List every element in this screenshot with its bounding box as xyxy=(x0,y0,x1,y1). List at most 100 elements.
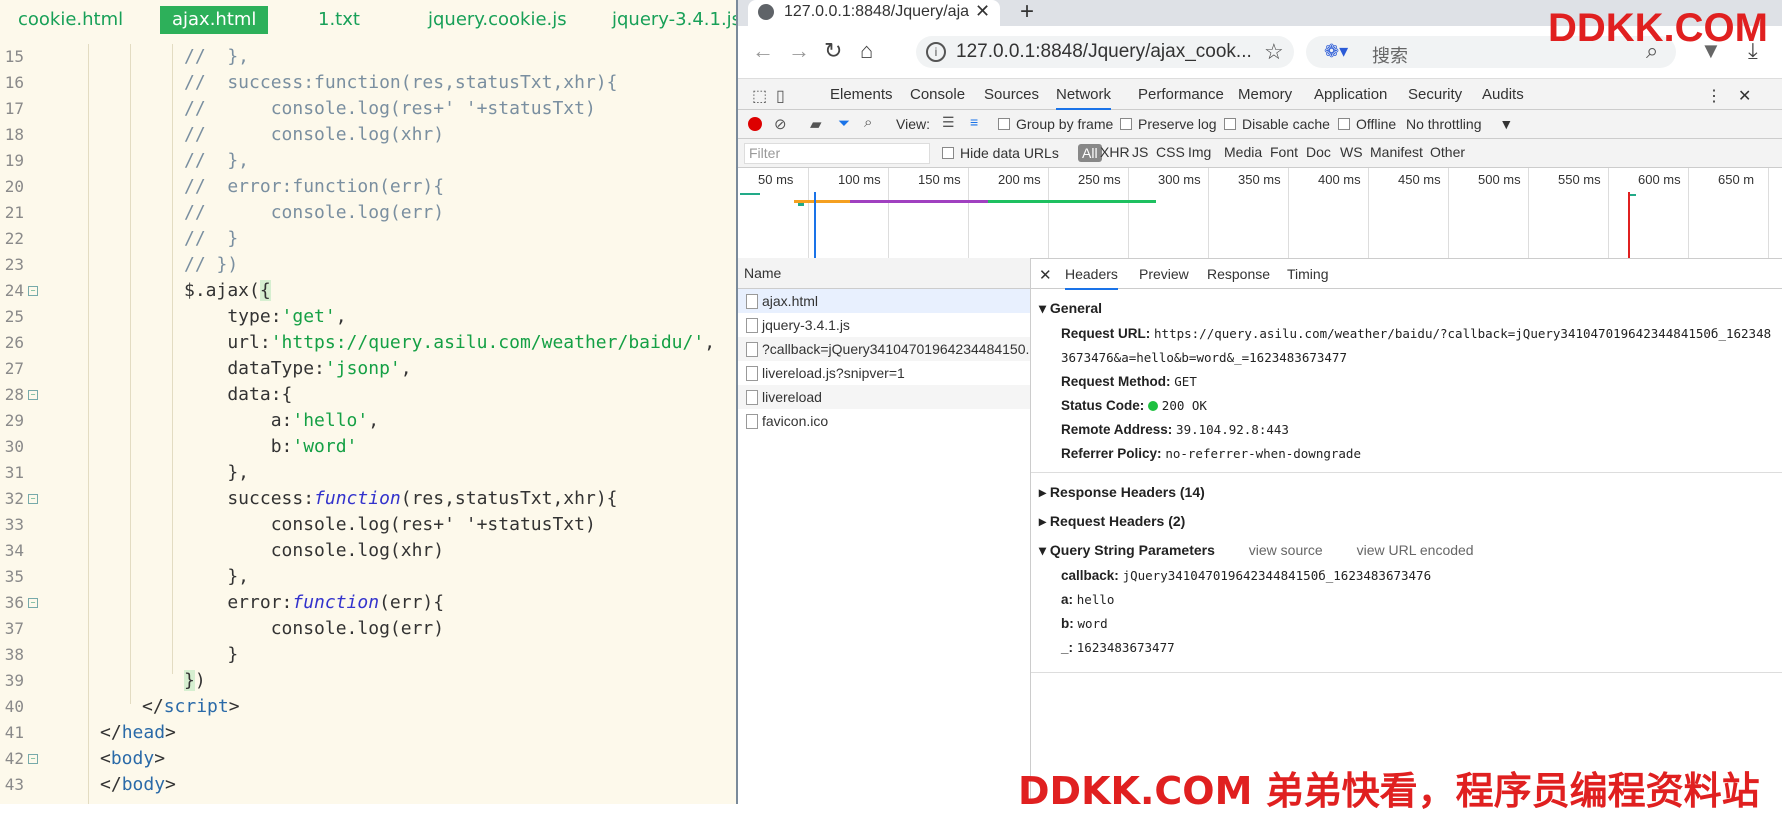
code-line[interactable]: 16 // success:function(res,statusTxt,xhr)… xyxy=(0,70,736,96)
code-line[interactable]: 30 b:'word' xyxy=(0,434,736,460)
editor-tab-cookie-html[interactable]: cookie.html xyxy=(6,6,135,34)
request-row[interactable]: livereload xyxy=(738,385,1030,409)
code-line[interactable]: 32− success:function(res,statusTxt,xhr){ xyxy=(0,486,736,512)
detail-tab-headers[interactable]: Headers xyxy=(1065,266,1118,290)
browser-tab[interactable]: 127.0.0.1:8848/Jquery/ajax_coo ✕ xyxy=(748,0,1000,26)
waterfall-icon[interactable]: ≡ xyxy=(970,114,978,130)
code-area[interactable]: 15 // }, 16 // success:function(res,statusT… xyxy=(0,44,736,798)
devtools-tab-memory[interactable]: Memory xyxy=(1238,86,1292,103)
code-line[interactable]: 22 // } xyxy=(0,226,736,252)
baidu-paw-icon[interactable]: ❁▾ xyxy=(1324,41,1348,62)
type-filter-all[interactable]: All xyxy=(1078,144,1102,162)
devtools-tab-application[interactable]: Application xyxy=(1314,86,1387,103)
code-line[interactable]: 39}) xyxy=(0,668,736,694)
type-filter-other[interactable]: Other xyxy=(1430,144,1465,160)
large-rows-icon[interactable]: ☰ xyxy=(942,114,955,131)
code-line[interactable]: 18 // console.log(xhr) xyxy=(0,122,736,148)
filter-icon[interactable]: ⏷ xyxy=(838,115,850,132)
detail-tab-response[interactable]: Response xyxy=(1207,266,1270,282)
device-toggle-icon[interactable]: ▯ xyxy=(776,86,785,106)
reload-icon[interactable]: ↻ xyxy=(824,38,842,64)
fold-toggle-icon[interactable]: − xyxy=(28,494,38,504)
query-params-toggle[interactable]: ▾ Query String Parameters view source vi… xyxy=(1039,542,1474,559)
close-devtools-icon[interactable]: ✕ xyxy=(1738,86,1751,106)
view-source-link[interactable]: view source xyxy=(1249,542,1323,558)
camera-icon[interactable]: ▰ xyxy=(810,115,822,133)
inspect-icon[interactable]: ⬚ xyxy=(752,86,767,106)
request-row[interactable]: jquery-3.4.1.js xyxy=(738,313,1030,337)
code-line[interactable]: 33 console.log(res+' '+statusTxt) xyxy=(0,512,736,538)
editor-tab-1-txt[interactable]: 1.txt xyxy=(306,6,372,34)
code-line[interactable]: 43 </body> xyxy=(0,772,736,798)
hide-data-urls-checkbox[interactable]: Hide data URLs xyxy=(942,145,1059,161)
devtools-tab-console[interactable]: Console xyxy=(910,86,965,103)
code-line[interactable]: 23 // }) xyxy=(0,252,736,278)
devtools-tab-security[interactable]: Security xyxy=(1408,86,1462,103)
clear-icon[interactable]: ⊘ xyxy=(774,115,787,133)
search-network-icon[interactable]: ⌕ xyxy=(864,114,872,131)
name-column-header[interactable]: Name xyxy=(738,258,1030,289)
disable-cache-checkbox[interactable]: Disable cache xyxy=(1224,116,1330,132)
fold-toggle-icon[interactable]: − xyxy=(28,286,38,296)
new-tab-button[interactable]: + xyxy=(1020,0,1034,26)
type-filter-css[interactable]: CSS xyxy=(1156,144,1185,160)
code-line[interactable]: 42− <body> xyxy=(0,746,736,772)
type-filter-doc[interactable]: Doc xyxy=(1306,144,1331,160)
home-icon[interactable]: ⌂ xyxy=(860,38,873,64)
type-filter-img[interactable]: Img xyxy=(1188,144,1211,160)
request-row[interactable]: ?callback=jQuery34104701964234484150... xyxy=(738,337,1030,361)
devtools-tab-network[interactable]: Network xyxy=(1056,86,1112,110)
throttling-select[interactable]: No throttling ▼ xyxy=(1406,116,1513,132)
code-line[interactable]: 36− error:function(err){ xyxy=(0,590,736,616)
back-icon[interactable]: ← xyxy=(752,38,774,64)
code-editor[interactable]: cookie.html ajax.html 1.txt jquery.cooki… xyxy=(0,0,741,804)
bookmark-star-icon[interactable]: ☆ xyxy=(1264,39,1284,65)
code-line[interactable]: 29 a:'hello', xyxy=(0,408,736,434)
view-url-encoded-link[interactable]: view URL encoded xyxy=(1357,542,1474,558)
type-filter-js[interactable]: JS xyxy=(1132,144,1148,160)
detail-tab-timing[interactable]: Timing xyxy=(1287,266,1329,282)
type-filter-media[interactable]: Media xyxy=(1224,144,1262,160)
request-row[interactable]: ajax.html xyxy=(738,289,1030,313)
network-timeline[interactable]: 50 ms 100 ms 150 ms 200 ms 250 ms 300 ms 350 m… xyxy=(738,168,1782,259)
code-line[interactable]: 26 url:'https://query.asilu.com/weather/… xyxy=(0,330,736,356)
editor-tab-ajax-html[interactable]: ajax.html xyxy=(160,6,269,34)
fold-toggle-icon[interactable]: − xyxy=(28,598,38,608)
general-section-toggle[interactable]: ▾ General xyxy=(1039,300,1102,317)
code-line[interactable]: 21 // console.log(err) xyxy=(0,200,736,226)
request-row[interactable]: livereload.js?snipver=1 xyxy=(738,361,1030,385)
type-filter-xhr[interactable]: XHR xyxy=(1100,144,1130,160)
more-menu-icon[interactable]: ⋮ xyxy=(1706,86,1722,106)
code-line[interactable]: 34 console.log(xhr) xyxy=(0,538,736,564)
code-line[interactable]: 41 </head> xyxy=(0,720,736,746)
request-headers-toggle[interactable]: ▸ Request Headers (2) xyxy=(1039,513,1185,530)
detail-tab-preview[interactable]: Preview xyxy=(1139,266,1189,282)
devtools-tab-sources[interactable]: Sources xyxy=(984,86,1039,103)
devtools-tab-elements[interactable]: Elements xyxy=(830,86,893,103)
code-line[interactable]: 35 }, xyxy=(0,564,736,590)
close-tab-icon[interactable]: ✕ xyxy=(975,1,990,22)
code-line[interactable]: 19 // }, xyxy=(0,148,736,174)
info-icon[interactable]: i xyxy=(926,42,946,62)
devtools-tab-audits[interactable]: Audits xyxy=(1482,86,1524,103)
type-filter-ws[interactable]: WS xyxy=(1340,144,1363,160)
fold-toggle-icon[interactable]: − xyxy=(28,754,38,764)
code-line[interactable]: 28− data:{ xyxy=(0,382,736,408)
record-icon[interactable] xyxy=(748,117,762,131)
forward-icon[interactable]: → xyxy=(788,38,810,64)
code-line[interactable]: 15 // }, xyxy=(0,44,736,70)
code-line[interactable]: 38 } xyxy=(0,642,736,668)
editor-tab-jquery[interactable]: jquery-3.4.1.js xyxy=(600,6,753,34)
code-line[interactable]: 27 dataType:'jsonp', xyxy=(0,356,736,382)
group-by-frame-checkbox[interactable]: Group by frame xyxy=(998,116,1113,132)
code-line[interactable]: 37 console.log(err) xyxy=(0,616,736,642)
devtools-tab-performance[interactable]: Performance xyxy=(1138,86,1224,103)
editor-tab-jquery-cookie[interactable]: jquery.cookie.js xyxy=(416,6,579,34)
code-line[interactable]: 25 type:'get', xyxy=(0,304,736,330)
fold-toggle-icon[interactable]: − xyxy=(28,390,38,400)
code-line[interactable]: 17 // console.log(res+' '+statusTxt) xyxy=(0,96,736,122)
response-headers-toggle[interactable]: ▸ Response Headers (14) xyxy=(1039,484,1205,501)
code-line[interactable]: 24− $.ajax({ xyxy=(0,278,736,304)
filter-input[interactable]: Filter xyxy=(744,143,930,164)
code-line[interactable]: 31 }, xyxy=(0,460,736,486)
